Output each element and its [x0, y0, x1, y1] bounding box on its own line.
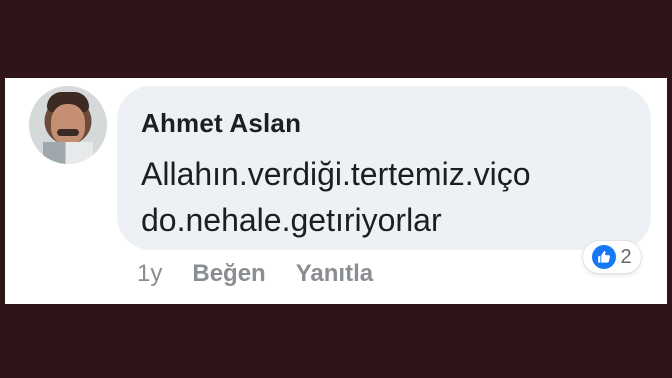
avatar-mustache	[57, 129, 79, 136]
comment-time[interactable]: 1y	[137, 260, 162, 288]
avatar[interactable]	[29, 86, 107, 164]
comment-actions: 1y Beğen Yanıtla	[137, 257, 373, 291]
comment-card: Ahmet Aslan Allahın.verdiği.tertemiz.viç…	[5, 78, 667, 304]
comment-author[interactable]: Ahmet Aslan	[141, 108, 301, 139]
comment-bubble: Ahmet Aslan Allahın.verdiği.tertemiz.viç…	[117, 86, 651, 250]
like-button[interactable]: Beğen	[192, 260, 265, 288]
avatar-collar	[43, 142, 93, 164]
reply-button[interactable]: Yanıtla	[296, 260, 373, 288]
comment-line-2: do.nehale.getıriyorlar	[141, 202, 442, 238]
reaction-count: 2	[620, 246, 632, 268]
comment-text: Allahın.verdiği.tertemiz.viço do.nehale.…	[141, 151, 631, 243]
avatar-face	[51, 104, 85, 144]
reaction-summary[interactable]: 2	[583, 241, 641, 273]
comment-line-1: Allahın.verdiği.tertemiz.viço	[141, 156, 531, 192]
thumbs-up-icon	[592, 245, 617, 269]
